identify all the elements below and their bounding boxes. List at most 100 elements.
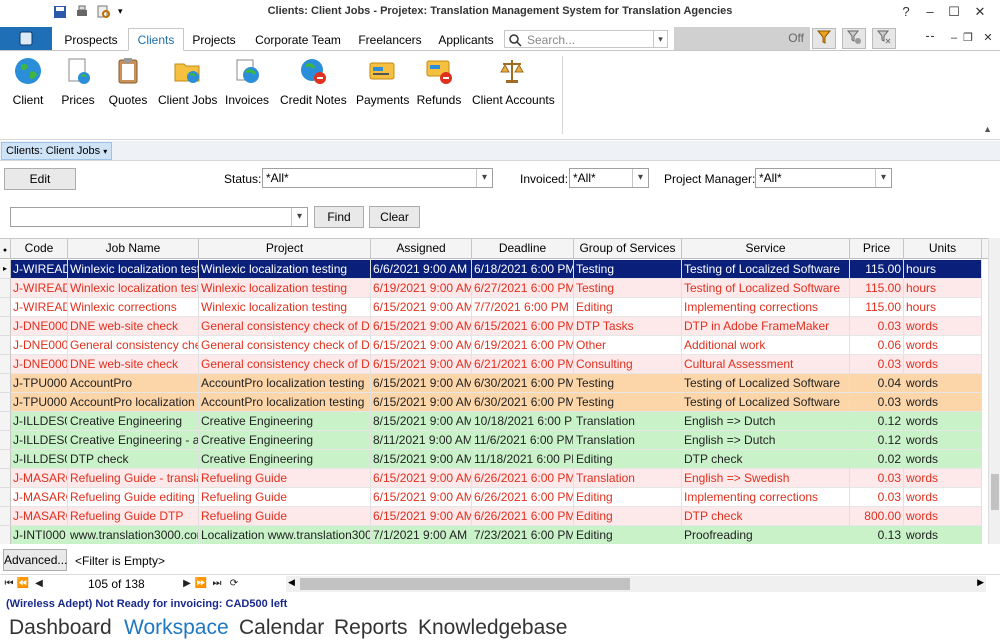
cell-job-name[interactable]: Winlexic localization testi: [68, 279, 199, 298]
cell-code[interactable]: J-WIREADO: [11, 260, 68, 279]
cell-job-name[interactable]: Creative Engineering - ac: [68, 431, 199, 450]
row-indicator[interactable]: [0, 450, 11, 469]
cell-price[interactable]: 0.06: [850, 336, 904, 355]
cell-assigned[interactable]: 6/15/2021 9:00 AM: [371, 488, 472, 507]
search-box[interactable]: Search... ▾: [504, 30, 668, 48]
cell-service[interactable]: Proofreading: [682, 526, 850, 544]
cell-code[interactable]: J-TPU0000: [11, 393, 68, 412]
project-manager-select[interactable]: *All* ▾: [755, 168, 892, 188]
cell-project[interactable]: General consistency check of Digit: [199, 317, 371, 336]
filter-settings-icon[interactable]: [842, 28, 866, 49]
cell-units[interactable]: words: [904, 374, 982, 393]
cell-code[interactable]: J-DNE0000: [11, 336, 68, 355]
vertical-scrollbar[interactable]: [988, 238, 1000, 544]
cell-assigned[interactable]: 6/15/2021 9:00 AM: [371, 469, 472, 488]
prev-record-icon[interactable]: ◀: [32, 576, 46, 592]
cell-job-name[interactable]: www.translation3000.com: [68, 526, 199, 544]
cell-assigned[interactable]: 8/11/2021 9:00 AM: [371, 431, 472, 450]
cell-service[interactable]: Testing of Localized Software: [682, 279, 850, 298]
column-header-code[interactable]: Code: [11, 239, 68, 259]
cell-project[interactable]: Creative Engineering: [199, 431, 371, 450]
status-select[interactable]: *All* ▾: [262, 168, 493, 188]
cell-units[interactable]: words: [904, 469, 982, 488]
doc-close-button[interactable]: ✕: [976, 28, 1000, 48]
cell-service[interactable]: DTP check: [682, 450, 850, 469]
find-button[interactable]: Find: [314, 206, 364, 228]
first-record-icon[interactable]: ⏮: [2, 576, 16, 592]
ribbon-credit-notes-button[interactable]: Credit Notes: [280, 56, 347, 116]
cell-project[interactable]: AccountPro localization testing: [199, 374, 371, 393]
table-row[interactable]: J-DNE0000DNE web-site checkGeneral consi…: [0, 317, 1000, 336]
next-page-icon[interactable]: ⏩: [194, 576, 208, 592]
cell-group[interactable]: Consulting: [574, 355, 682, 374]
row-indicator[interactable]: [0, 488, 11, 507]
ribbon-quotes-button[interactable]: Quotes: [106, 56, 150, 116]
cell-deadline[interactable]: 6/18/2021 6:00 PM: [472, 260, 574, 279]
cell-job-name[interactable]: Refueling Guide DTP: [68, 507, 199, 526]
table-row[interactable]: J-MASARCRefueling Guide DTPRefueling Gui…: [0, 507, 1000, 526]
cell-price[interactable]: 0.02: [850, 450, 904, 469]
table-row[interactable]: J-WIREADOWinlexic localization testiWinl…: [0, 279, 1000, 298]
table-row[interactable]: J-MASARCRefueling Guide - translatRefuel…: [0, 469, 1000, 488]
row-indicator[interactable]: [0, 317, 11, 336]
cell-units[interactable]: hours: [904, 298, 982, 317]
cell-job-name[interactable]: Creative Engineering: [68, 412, 199, 431]
last-record-icon[interactable]: ⏭: [210, 576, 224, 592]
cell-group[interactable]: DTP Tasks: [574, 317, 682, 336]
scroll-left-icon[interactable]: ◀: [288, 577, 295, 588]
table-row[interactable]: J-WIREADOWinlexic correctionsWinlexic lo…: [0, 298, 1000, 317]
cell-code[interactable]: J-WIREADO: [11, 279, 68, 298]
cell-price[interactable]: 0.03: [850, 393, 904, 412]
table-row[interactable]: J-INTI000 www.translation3000.com Localiza…: [0, 526, 1000, 544]
cell-service[interactable]: English => Swedish: [682, 469, 850, 488]
cell-assigned[interactable]: 7/1/2021 9:00 AM: [371, 526, 472, 544]
cell-deadline[interactable]: 6/30/2021 6:00 PM: [472, 374, 574, 393]
cell-price[interactable]: 115.00: [850, 298, 904, 317]
breadcrumb-button[interactable]: Clients: Client Jobs ▾: [1, 142, 113, 160]
cell-units[interactable]: words: [904, 431, 982, 450]
cell-group[interactable]: Translation: [574, 431, 682, 450]
cell-price[interactable]: 0.04: [850, 374, 904, 393]
cell-deadline[interactable]: 6/26/2021 6:00 PM: [472, 488, 574, 507]
cell-project[interactable]: General consistency check of Digit: [199, 336, 371, 355]
cell-service[interactable]: Cultural Assessment: [682, 355, 850, 374]
table-row[interactable]: ▸J-WIREADOWinlexic localization testiWin…: [0, 260, 1000, 279]
cell-code[interactable]: J-MASARC: [11, 488, 68, 507]
ribbon-client-button[interactable]: Client: [10, 56, 46, 116]
cell-code[interactable]: J-DNE0000: [11, 355, 68, 374]
row-indicator[interactable]: [0, 393, 11, 412]
cell-deadline[interactable]: 6/30/2021 6:00 PM: [472, 393, 574, 412]
cell-project[interactable]: Creative Engineering: [199, 412, 371, 431]
cell-assigned[interactable]: 6/15/2021 9:00 AM: [371, 336, 472, 355]
horizontal-scrollbar[interactable]: ◀ ▶: [286, 576, 986, 592]
cell-units[interactable]: words: [904, 526, 982, 544]
cell-code[interactable]: J-ILLDES0: [11, 450, 68, 469]
help-button[interactable]: ?: [894, 2, 918, 22]
cell-deadline[interactable]: 6/27/2021 6:00 PM: [472, 279, 574, 298]
current-row-indicator-icon[interactable]: ▸: [0, 260, 11, 279]
cell-deadline[interactable]: 7/7/2021 6:00 PM: [472, 298, 574, 317]
cell-deadline[interactable]: 6/15/2021 6:00 PM: [472, 317, 574, 336]
vertical-scroll-thumb[interactable]: [991, 474, 999, 510]
table-row[interactable]: J-MASARCRefueling Guide editingRefueling…: [0, 488, 1000, 507]
cell-price[interactable]: 0.12: [850, 412, 904, 431]
tab-applicants[interactable]: Applicants: [432, 30, 500, 51]
cell-service[interactable]: English => Dutch: [682, 431, 850, 450]
cell-units[interactable]: words: [904, 507, 982, 526]
ribbon-options-icon[interactable]: ⁃⁃: [918, 28, 942, 48]
row-indicator[interactable]: [0, 431, 11, 450]
restore-button[interactable]: ☐: [942, 2, 966, 22]
cell-code[interactable]: J-MASARC: [11, 469, 68, 488]
cell-project[interactable]: Refueling Guide: [199, 507, 371, 526]
invoiced-select[interactable]: *All* ▾: [569, 168, 649, 188]
cell-project[interactable]: Winlexic localization testing: [199, 298, 371, 317]
advanced-button[interactable]: Advanced...: [3, 549, 67, 571]
cell-assigned[interactable]: 6/15/2021 9:00 AM: [371, 507, 472, 526]
cell-assigned[interactable]: 8/15/2021 9:00 AM: [371, 450, 472, 469]
tab-projects[interactable]: Projects: [188, 30, 240, 51]
search-dropdown-icon[interactable]: ▾: [653, 31, 667, 47]
table-row[interactable]: J-ILLDES0 Creative Engineering Creative En…: [0, 412, 1000, 431]
cell-service[interactable]: Testing of Localized Software: [682, 260, 850, 279]
table-row[interactable]: J-DNE0000General consistency checGeneral…: [0, 336, 1000, 355]
table-row[interactable]: J-TPU0000 AccountPro AccountPro localizati…: [0, 374, 1000, 393]
